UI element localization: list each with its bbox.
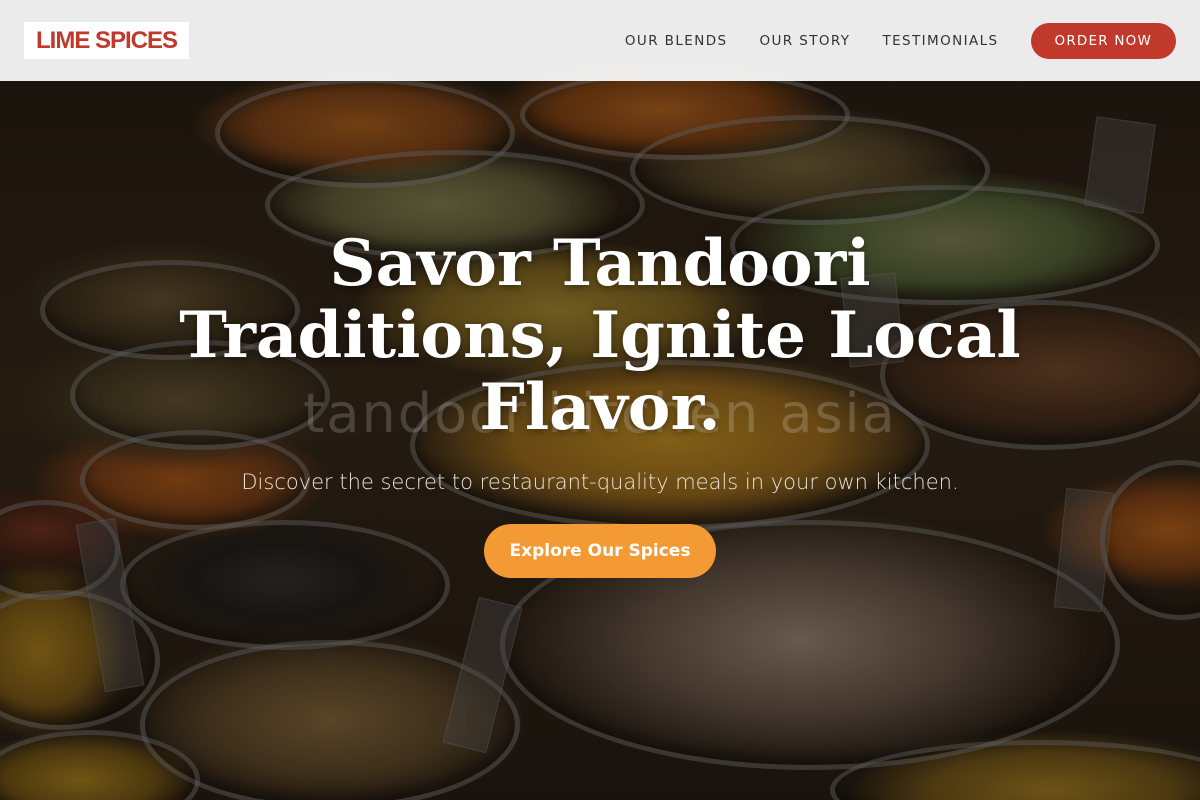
hero-section: Savor Tandoori Traditions, Ignite Local … [0, 228, 1200, 578]
nav-link-our-blends[interactable]: OUR BLENDS [625, 33, 728, 49]
order-now-button[interactable]: ORDER NOW [1030, 22, 1176, 59]
main-nav: OUR BLENDS OUR STORY TESTIMONIALS ORDER … [593, 22, 1176, 59]
brand-logo[interactable]: LIME SPICES [24, 22, 190, 59]
spice-bowl [215, 78, 515, 188]
explore-spices-button[interactable]: Explore Our Spices [484, 524, 716, 578]
spice-label-card [442, 596, 523, 754]
spice-bowl [520, 70, 850, 160]
site-header: LIME SPICES OUR BLENDS OUR STORY TESTIMO… [0, 0, 1200, 81]
nav-link-our-story[interactable]: OUR STORY [759, 33, 850, 49]
spice-bowl [0, 730, 200, 800]
spice-bowl [630, 115, 990, 225]
nav-link-testimonials[interactable]: TESTIMONIALS [882, 33, 998, 49]
hero-headline: Savor Tandoori Traditions, Ignite Local … [179, 226, 1021, 445]
spice-bowl [0, 590, 160, 730]
spice-bowl [140, 640, 520, 800]
spice-bowl [830, 740, 1200, 800]
spice-label-card [1084, 116, 1156, 214]
hero-subheadline: Discover the secret to restaurant-qualit… [241, 470, 959, 494]
